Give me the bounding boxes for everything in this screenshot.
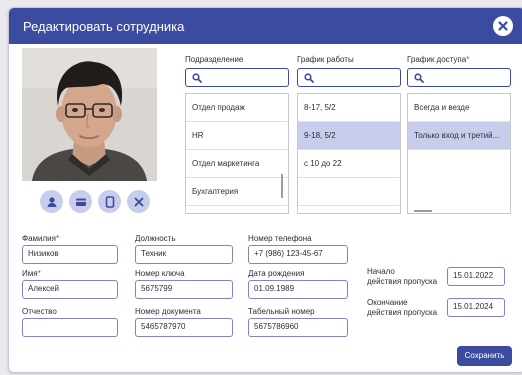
- document-number-label: Номер документа: [135, 307, 201, 316]
- schedule-list: 8-17, 5/2 9-18, 5/2 с 10 до 22: [297, 93, 401, 214]
- key-number-label: Номер ключа: [135, 269, 185, 278]
- department-column: Подразделение Отдел продаж HR Отдел марк…: [185, 54, 289, 216]
- employee-photo: [22, 48, 157, 181]
- pass-end-input[interactable]: 15.01.2024: [447, 298, 505, 317]
- assign-device-button[interactable]: [98, 190, 121, 213]
- access-search-input[interactable]: [407, 68, 511, 87]
- access-scrollbar[interactable]: [414, 210, 432, 212]
- first-name-label: Имя: [22, 269, 38, 278]
- list-item-selected[interactable]: Только вход и третий...: [408, 122, 510, 150]
- key-number-field: Номер ключа 5675799: [135, 268, 233, 300]
- save-button[interactable]: Сохранить: [457, 346, 512, 366]
- search-icon: [192, 73, 202, 83]
- pass-start-label: Начало действия пропуска: [367, 267, 438, 286]
- pass-end-label: Окончание действия пропуска: [367, 298, 438, 317]
- edit-employee-dialog: Редактировать сотрудника Подразделение О…: [8, 7, 522, 373]
- patronymic-input[interactable]: [22, 318, 118, 337]
- schedule-search-input[interactable]: [297, 68, 401, 87]
- list-item[interactable]: [298, 178, 400, 206]
- phone-field: Номер телефона +7 (986) 123-45-67: [248, 233, 348, 265]
- list-item[interactable]: Отдел продаж: [186, 94, 288, 122]
- birth-date-input[interactable]: 01.09.1989: [248, 280, 348, 299]
- personnel-number-input[interactable]: 5675786960: [248, 318, 348, 337]
- assign-user-button[interactable]: [40, 190, 63, 213]
- position-input[interactable]: Техник: [135, 245, 233, 264]
- pass-end-field: 15.01.2024: [447, 298, 505, 318]
- list-item[interactable]: Всегда и везде: [408, 94, 510, 122]
- access-label: График доступа*: [407, 55, 470, 64]
- close-button[interactable]: [493, 16, 513, 36]
- photo-actions: [40, 190, 150, 214]
- last-name-input[interactable]: Низиков: [22, 245, 118, 264]
- list-item[interactable]: 8-17, 5/2: [298, 94, 400, 122]
- access-column: График доступа* Всегда и везде Только вх…: [407, 54, 511, 216]
- first-name-field: Имя* Алексей: [22, 268, 118, 300]
- document-number-field: Номер документа 5465787970: [135, 306, 233, 338]
- patronymic-label: Отчество: [22, 307, 57, 316]
- department-search-input[interactable]: [185, 68, 289, 87]
- list-item[interactable]: Бухгалтерия: [186, 178, 288, 206]
- user-icon: [47, 196, 56, 207]
- list-item[interactable]: с 10 до 22: [298, 150, 400, 178]
- remove-photo-button[interactable]: [127, 190, 150, 213]
- first-name-input[interactable]: Алексей: [22, 280, 118, 299]
- access-list: Всегда и везде Только вход и третий...: [407, 93, 511, 214]
- key-number-input[interactable]: 5675799: [135, 280, 233, 299]
- birth-date-label: Дата рождения: [248, 269, 305, 278]
- card-icon: [75, 198, 86, 206]
- device-icon: [105, 195, 114, 208]
- position-field: Должность Техник: [135, 233, 233, 265]
- close-icon: [498, 21, 508, 31]
- search-icon: [414, 73, 424, 83]
- phone-label: Номер телефона: [248, 234, 312, 243]
- list-item-selected[interactable]: 9-18, 5/2: [298, 122, 400, 150]
- schedule-label: График работы: [297, 55, 354, 64]
- list-item[interactable]: HR: [186, 122, 288, 150]
- personnel-number-field: Табельный номер 5675786960: [248, 306, 348, 338]
- search-icon: [304, 73, 314, 83]
- remove-icon: [134, 197, 143, 206]
- pass-start-field: 15.01.2022: [447, 267, 505, 287]
- dialog-titlebar: Редактировать сотрудника: [9, 8, 522, 44]
- position-label: Должность: [135, 234, 176, 243]
- schedule-column: График работы 8-17, 5/2 9-18, 5/2 с 10 д…: [297, 54, 401, 216]
- birth-date-field: Дата рождения 01.09.1989: [248, 268, 348, 300]
- personnel-number-label: Табельный номер: [248, 307, 315, 316]
- list-item[interactable]: Отдел маркетинга: [186, 150, 288, 178]
- department-scrollbar[interactable]: [281, 174, 283, 198]
- pass-start-input[interactable]: 15.01.2022: [447, 267, 505, 286]
- patronymic-field: Отчество: [22, 306, 118, 338]
- last-name-field: Фамилия* Низиков: [22, 233, 118, 265]
- last-name-label: Фамилия: [22, 234, 56, 243]
- dialog-title: Редактировать сотрудника: [23, 19, 185, 34]
- document-number-input[interactable]: 5465787970: [135, 318, 233, 337]
- department-label: Подразделение: [185, 55, 244, 64]
- phone-input[interactable]: +7 (986) 123-45-67: [248, 245, 348, 264]
- department-list: Отдел продаж HR Отдел маркетинга Бухгалт…: [185, 93, 289, 214]
- assign-card-button[interactable]: [69, 190, 92, 213]
